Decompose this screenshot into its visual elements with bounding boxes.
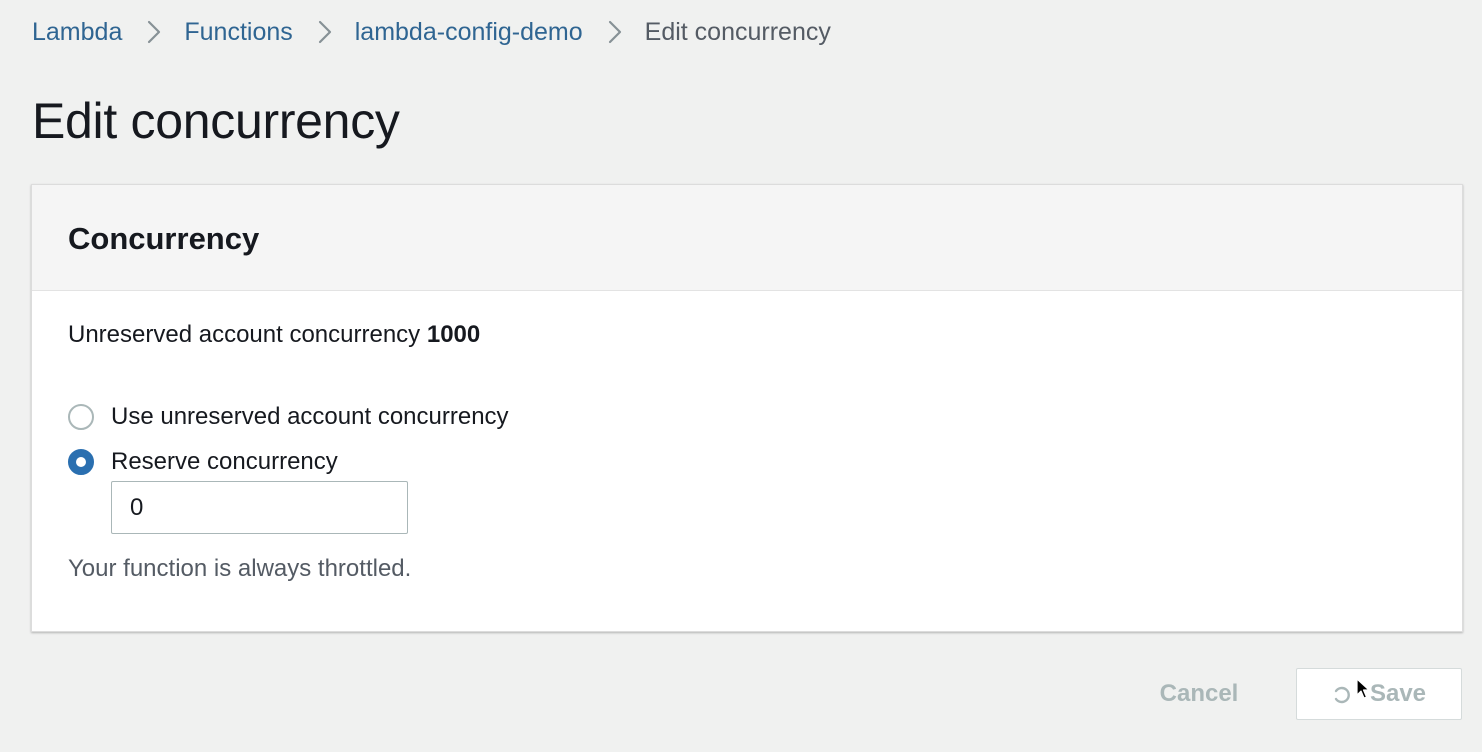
reserve-concurrency-label: Reserve concurrency: [111, 448, 338, 475]
reserve-concurrency-option[interactable]: Reserve concurrency: [68, 448, 338, 476]
concurrency-panel: Concurrency Unreserved account concurren…: [31, 184, 1463, 632]
save-button[interactable]: Save: [1296, 668, 1462, 720]
breadcrumb-functions-link[interactable]: Functions: [184, 18, 292, 47]
save-label: Save: [1369, 680, 1427, 707]
unreserved-concurrency-label: Unreserved account concurrency: [68, 321, 421, 348]
reserve-concurrency-radio[interactable]: [68, 449, 94, 475]
use-unreserved-option[interactable]: Use unreserved account concurrency: [68, 403, 509, 431]
use-unreserved-radio[interactable]: [68, 404, 94, 430]
chevron-right-icon: [146, 14, 162, 50]
reserve-concurrency-input[interactable]: [111, 481, 408, 534]
cancel-button[interactable]: Cancel: [1138, 668, 1260, 720]
breadcrumb-current: Edit concurrency: [644, 17, 831, 46]
panel-title: Concurrency: [68, 221, 260, 256]
unreserved-concurrency-value: 1000: [426, 321, 481, 348]
unreserved-concurrency-text: Unreserved account concurrency 1000: [68, 321, 480, 349]
spinner-icon: [1332, 684, 1352, 704]
chevron-right-icon: [607, 14, 623, 50]
chevron-right-icon: [317, 14, 333, 50]
mouse-cursor-icon: [1356, 678, 1370, 699]
panel-header: Concurrency: [32, 185, 1462, 291]
throttle-hint: Your function is always throttled.: [68, 555, 412, 582]
page-title: Edit concurrency: [32, 93, 400, 149]
breadcrumb: Lambda Functions lambda-config-demo Edit…: [32, 14, 831, 50]
breadcrumb-lambda-link[interactable]: Lambda: [32, 18, 122, 47]
breadcrumb-function-link[interactable]: lambda-config-demo: [355, 18, 583, 47]
use-unreserved-label: Use unreserved account concurrency: [111, 403, 509, 430]
